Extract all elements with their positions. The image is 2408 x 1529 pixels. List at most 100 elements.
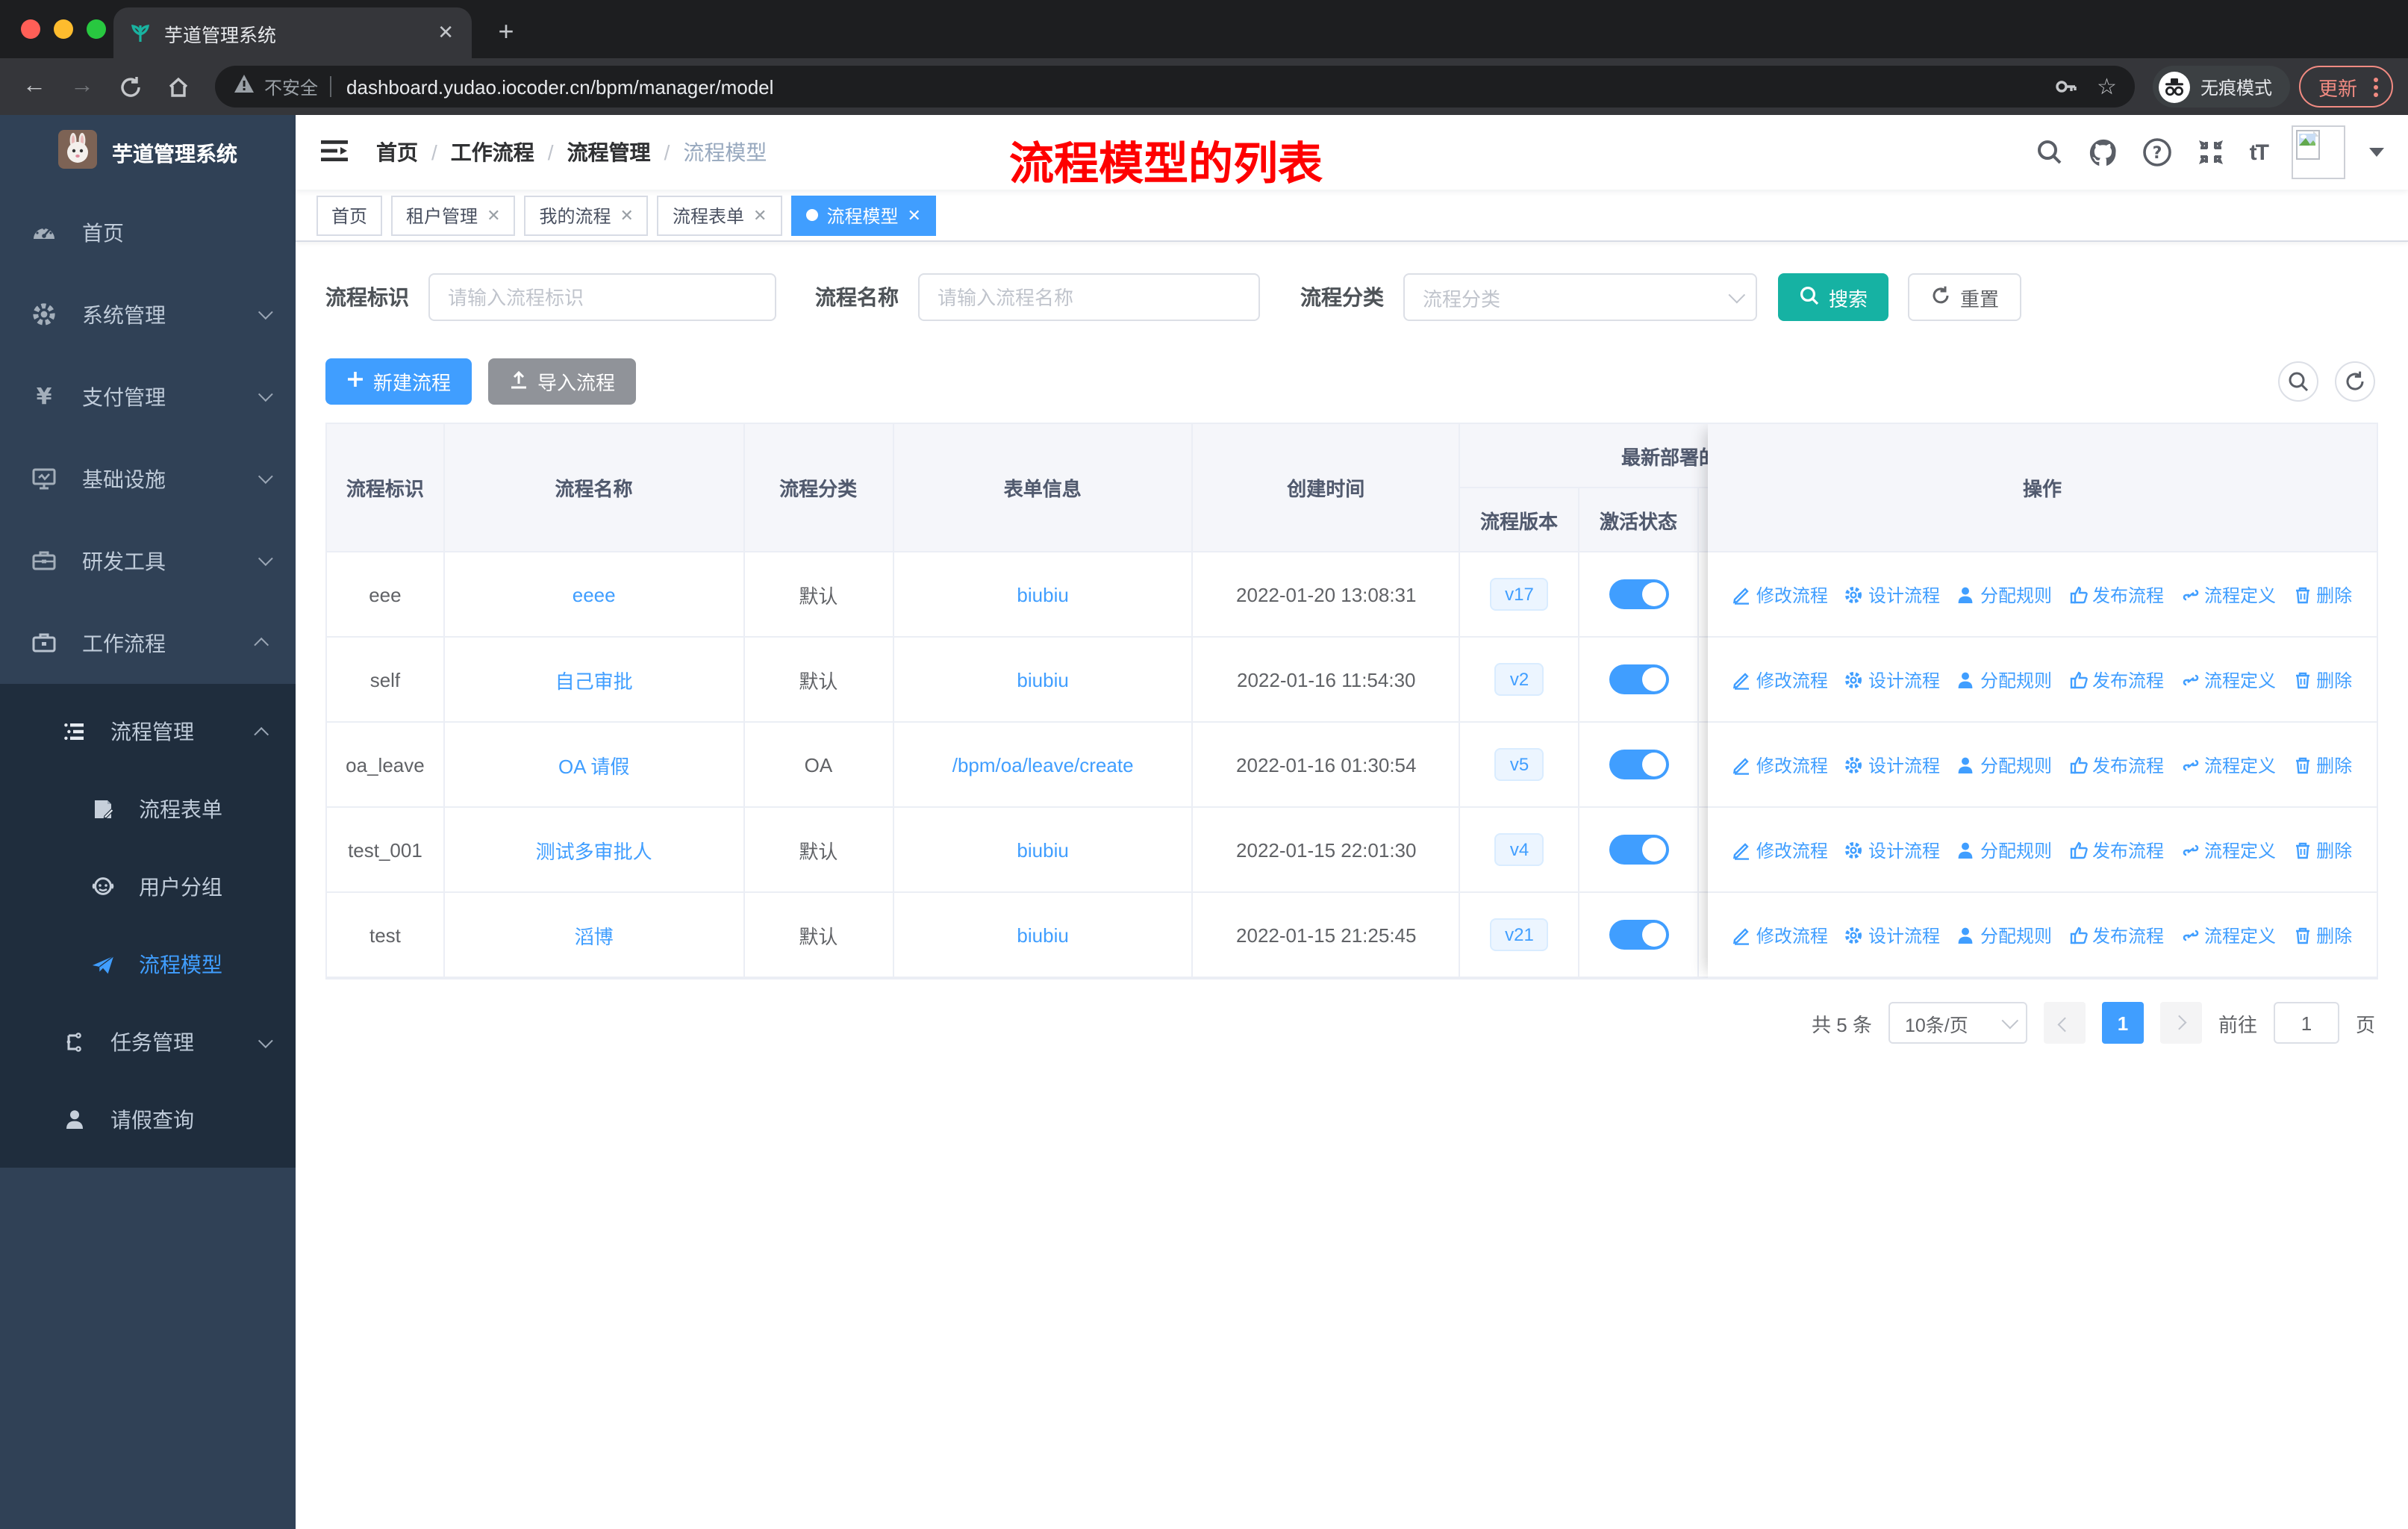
next-page-button[interactable] xyxy=(2159,1002,2202,1044)
bookmark-star-icon[interactable]: ☆ xyxy=(2097,73,2117,100)
process-name-link[interactable]: eeee xyxy=(573,583,616,605)
sidebar-item-process-form[interactable]: 流程表单 xyxy=(0,770,296,848)
tag-process-model[interactable]: 流程模型 ✕ xyxy=(790,195,936,235)
sidebar-item-system[interactable]: 系统管理 xyxy=(0,273,296,355)
sidebar-item-infra[interactable]: 基础设施 xyxy=(0,437,296,520)
import-process-button[interactable]: 导入流程 xyxy=(488,358,637,405)
sidebar-item-user-group[interactable]: 用户分组 xyxy=(0,848,296,926)
version-tag[interactable]: v5 xyxy=(1494,748,1544,781)
tag-tenant[interactable]: 租户管理 ✕ xyxy=(391,195,516,235)
home-button[interactable] xyxy=(158,67,197,106)
action-publish[interactable]: 发布流程 xyxy=(2068,922,2164,947)
active-toggle[interactable] xyxy=(1609,579,1669,609)
back-button[interactable]: ← xyxy=(15,67,54,106)
sidebar-item-home[interactable]: 首页 xyxy=(0,191,296,273)
breadcrumb-workflow[interactable]: 工作流程 xyxy=(451,137,534,167)
version-tag[interactable]: v17 xyxy=(1490,578,1549,611)
form-link[interactable]: biubiu xyxy=(1017,668,1068,691)
action-publish[interactable]: 发布流程 xyxy=(2068,837,2164,862)
form-link[interactable]: biubiu xyxy=(1017,583,1068,605)
tab-close-icon[interactable]: ✕ xyxy=(434,21,457,45)
sidebar-item-leave-query[interactable]: 请假查询 xyxy=(0,1081,296,1159)
action-definition-link[interactable]: 流程定义 xyxy=(2180,667,2276,692)
version-tag[interactable]: v4 xyxy=(1494,833,1544,866)
active-toggle[interactable] xyxy=(1609,920,1669,950)
breadcrumb-home[interactable]: 首页 xyxy=(376,137,418,167)
process-category-select[interactable]: 流程分类 xyxy=(1403,273,1757,321)
browser-tab[interactable]: 芋道管理系统 ✕ xyxy=(113,7,472,58)
active-toggle[interactable] xyxy=(1609,664,1669,694)
action-edit[interactable]: 修改流程 xyxy=(1732,922,1828,947)
action-design-gear[interactable]: 设计流程 xyxy=(1844,837,1940,862)
action-definition-link[interactable]: 流程定义 xyxy=(2180,922,2276,947)
refresh-table-button[interactable] xyxy=(2335,361,2375,402)
close-icon[interactable]: ✕ xyxy=(487,205,500,225)
action-edit[interactable]: 修改流程 xyxy=(1732,667,1828,692)
search-button[interactable]: 搜索 xyxy=(1778,273,1889,321)
action-publish[interactable]: 发布流程 xyxy=(2068,582,2164,607)
sidebar-item-process-model[interactable]: 流程模型 xyxy=(0,926,296,1003)
action-trash[interactable]: 删除 xyxy=(2292,837,2352,862)
prev-page-button[interactable] xyxy=(2043,1002,2086,1044)
close-icon[interactable]: ✕ xyxy=(753,205,767,225)
form-link[interactable]: biubiu xyxy=(1017,924,1068,946)
active-toggle[interactable] xyxy=(1609,835,1669,865)
minimize-window-button[interactable] xyxy=(54,19,73,39)
page-size-select[interactable]: 10条/页 xyxy=(1888,1002,2027,1044)
action-design-gear[interactable]: 设计流程 xyxy=(1844,922,1940,947)
browser-menu-icon[interactable] xyxy=(2369,77,2383,96)
goto-page-input[interactable] xyxy=(2273,1002,2339,1044)
browser-update-button[interactable]: 更新 xyxy=(2298,66,2393,108)
action-edit[interactable]: 修改流程 xyxy=(1732,837,1828,862)
forward-button[interactable]: → xyxy=(63,67,102,106)
form-link[interactable]: biubiu xyxy=(1017,838,1068,861)
breadcrumb-process-mgmt[interactable]: 流程管理 xyxy=(567,137,651,167)
avatar-caret-icon[interactable] xyxy=(2369,148,2384,157)
tag-my-process[interactable]: 我的流程 ✕ xyxy=(524,195,649,235)
font-size-icon[interactable]: tT xyxy=(2250,140,2269,165)
action-trash[interactable]: 删除 xyxy=(2292,752,2352,777)
action-definition-link[interactable]: 流程定义 xyxy=(2180,752,2276,777)
action-assign-user[interactable]: 分配规则 xyxy=(1956,667,2052,692)
action-edit[interactable]: 修改流程 xyxy=(1732,752,1828,777)
sidebar-item-workflow[interactable]: 工作流程 xyxy=(0,602,296,684)
action-design-gear[interactable]: 设计流程 xyxy=(1844,582,1940,607)
action-trash[interactable]: 删除 xyxy=(2292,922,2352,947)
url-text[interactable]: dashboard.yudao.iocoder.cn/bpm/manager/m… xyxy=(346,75,2034,98)
action-publish[interactable]: 发布流程 xyxy=(2068,752,2164,777)
avatar[interactable] xyxy=(2292,125,2345,179)
close-icon[interactable]: ✕ xyxy=(620,205,634,225)
tag-home[interactable]: 首页 xyxy=(316,195,383,235)
create-process-button[interactable]: 新建流程 xyxy=(325,358,472,405)
action-assign-user[interactable]: 分配规则 xyxy=(1956,582,2052,607)
app-logo-row[interactable]: 芋道管理系统 xyxy=(0,115,296,191)
show-search-toggle-button[interactable] xyxy=(2278,361,2318,402)
action-trash[interactable]: 删除 xyxy=(2292,667,2352,692)
action-trash[interactable]: 删除 xyxy=(2292,582,2352,607)
github-icon[interactable] xyxy=(2089,137,2118,167)
sidebar-collapse-icon[interactable] xyxy=(319,137,349,167)
new-tab-button[interactable]: + xyxy=(487,12,525,51)
version-tag[interactable]: v2 xyxy=(1494,663,1544,696)
action-assign-user[interactable]: 分配规则 xyxy=(1956,752,2052,777)
action-definition-link[interactable]: 流程定义 xyxy=(2180,582,2276,607)
security-label[interactable]: 不安全 xyxy=(264,74,318,99)
process-name-link[interactable]: 滔博 xyxy=(575,921,614,949)
sidebar-item-devtools[interactable]: 研发工具 xyxy=(0,520,296,602)
process-name-link[interactable]: 测试多审批人 xyxy=(536,835,652,864)
action-edit[interactable]: 修改流程 xyxy=(1732,582,1828,607)
zoom-window-button[interactable] xyxy=(87,19,106,39)
close-icon[interactable]: ✕ xyxy=(907,205,920,225)
process-name-link[interactable]: 自己审批 xyxy=(555,665,633,694)
form-link[interactable]: /bpm/oa/leave/create xyxy=(952,753,1134,776)
active-toggle[interactable] xyxy=(1609,750,1669,779)
sidebar-item-payment[interactable]: ¥ 支付管理 xyxy=(0,355,296,437)
tag-process-form[interactable]: 流程表单 ✕ xyxy=(657,195,782,235)
key-icon[interactable] xyxy=(2052,73,2079,100)
process-name-link[interactable]: OA 请假 xyxy=(558,750,629,779)
action-design-gear[interactable]: 设计流程 xyxy=(1844,667,1940,692)
action-assign-user[interactable]: 分配规则 xyxy=(1956,922,2052,947)
close-window-button[interactable] xyxy=(21,19,40,39)
current-page-button[interactable]: 1 xyxy=(2101,1002,2144,1044)
window-controls[interactable] xyxy=(21,19,106,39)
